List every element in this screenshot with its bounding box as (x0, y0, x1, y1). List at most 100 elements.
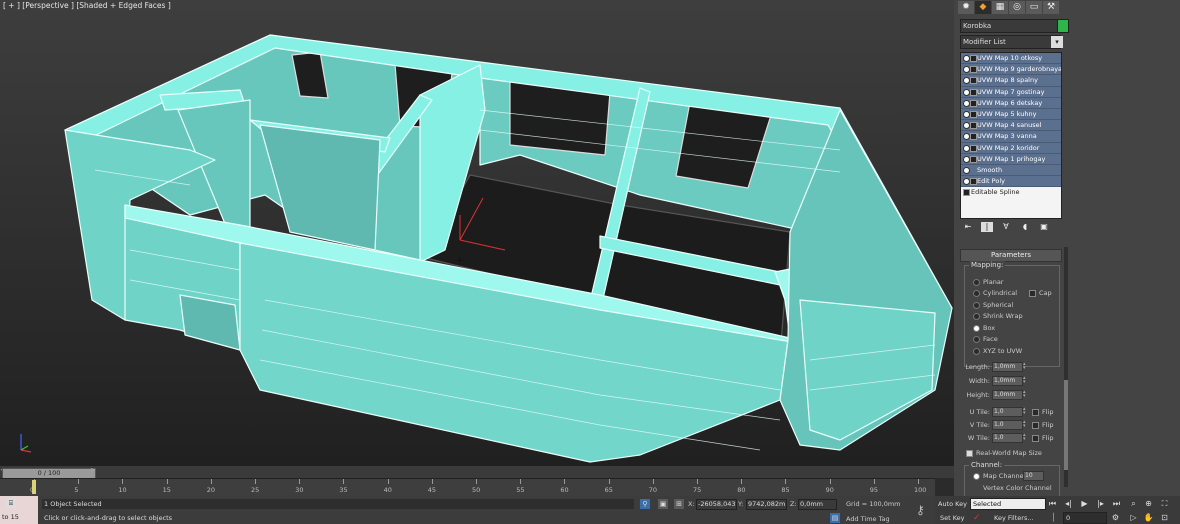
time-config-icon[interactable]: ⚙ (1110, 513, 1121, 523)
expand-icon[interactable] (970, 77, 977, 85)
v-tile-field[interactable]: 1,0 (992, 420, 1023, 430)
zoom-icon[interactable]: ⌕ (1128, 499, 1139, 509)
viewport-label[interactable]: [ + ] [Perspective ] [Shaded + Edged Fac… (3, 1, 171, 10)
spinner-icon[interactable]: ▴ ▾ (1023, 362, 1027, 371)
expand-icon[interactable] (963, 189, 970, 197)
stack-item[interactable]: Smooth (961, 164, 1061, 177)
lightbulb-icon[interactable] (963, 122, 970, 130)
z-coord-field[interactable]: 0,0mm (798, 499, 837, 510)
goto-start-icon[interactable]: ⏮ (1047, 499, 1058, 509)
spinner-icon[interactable]: ▴ ▾ (1023, 420, 1027, 429)
lightbulb-icon[interactable] (963, 155, 970, 163)
expand-icon[interactable] (970, 178, 977, 186)
spinner-icon[interactable]: ▴ ▾ (1023, 407, 1027, 416)
map-channel-field[interactable]: 10 (1023, 471, 1044, 481)
stack-item[interactable]: Edit Poly (961, 176, 1061, 188)
orbit-icon[interactable]: ✋ (1143, 513, 1154, 523)
expand-icon[interactable] (970, 144, 977, 152)
lightbulb-icon[interactable] (963, 66, 970, 74)
length-field[interactable]: 1,0mm (992, 362, 1023, 372)
isolate-icon[interactable]: ▣ (658, 499, 668, 509)
lightbulb-icon[interactable] (963, 99, 970, 107)
spinner-icon[interactable]: ▴ ▾ (1023, 376, 1027, 385)
chevron-right-icon[interactable]: > (90, 466, 98, 478)
x-coord-field[interactable]: -26058,043 (696, 499, 737, 510)
stack-item-base[interactable]: Editable Spline (961, 187, 1061, 198)
lightbulb-icon[interactable] (963, 110, 970, 118)
stack-item[interactable]: UVW Map 5 kuhny (961, 108, 1061, 121)
cap-checkbox[interactable]: Cap (1029, 289, 1052, 297)
stack-item[interactable]: UVW Map 9 garderobnaya (961, 64, 1061, 76)
time-tag-icon[interactable]: ▤ (830, 513, 840, 523)
auto-key-button[interactable]: Auto Key (938, 500, 967, 508)
play-icon[interactable]: ▶ (1079, 499, 1090, 509)
expand-icon[interactable] (970, 110, 977, 118)
width-field[interactable]: 1,0mm (992, 376, 1023, 386)
maxscript-icon[interactable]: ⌸ (6, 498, 16, 508)
spinner-icon[interactable]: ▴ ▾ (1023, 433, 1027, 442)
house-model[interactable]: + (0, 0, 954, 466)
height-field[interactable]: 1,0mm (992, 390, 1023, 400)
prev-frame-icon[interactable]: ◂| (1063, 499, 1074, 509)
stack-item[interactable]: UVW Map 6 detskay (961, 97, 1061, 109)
zoom-extents-icon[interactable]: ⛶ (1159, 499, 1170, 509)
display-tab-icon[interactable]: ▭ (1026, 1, 1042, 14)
lightbulb-icon[interactable] (963, 55, 970, 62)
key-mode-icon[interactable]: ⏐ (1048, 513, 1059, 523)
pin-stack-icon[interactable]: ⇤ (962, 222, 974, 232)
stack-item[interactable]: UVW Map 1 prihogay (961, 153, 1061, 165)
modifier-list-dropdown[interactable]: Modifier List (960, 35, 1061, 49)
u-tile-field[interactable]: 1,0 (992, 407, 1023, 417)
mapping-planar-radio[interactable]: Planar (972, 278, 1003, 286)
show-end-result-icon[interactable]: | (981, 222, 993, 232)
motion-tab-icon[interactable]: ◎ (1009, 1, 1025, 14)
maximize-viewport-icon[interactable]: ⊡ (1159, 513, 1170, 523)
mapping-xyz-radio[interactable]: XYZ to UVW (972, 347, 1022, 355)
mapping-face-radio[interactable]: Face (973, 335, 998, 343)
w-tile-field[interactable]: 1,0 (992, 433, 1023, 443)
zoom-all-icon[interactable]: ⊕ (1143, 499, 1154, 509)
mapping-shrinkwrap-radio[interactable]: Shrink Wrap (973, 312, 1023, 320)
object-color-swatch[interactable] (1057, 19, 1069, 33)
expand-icon[interactable] (970, 155, 977, 163)
create-tab-icon[interactable]: ✹ (958, 1, 974, 14)
current-frame-field[interactable]: 0 (1063, 512, 1107, 524)
expand-icon[interactable] (970, 122, 977, 130)
lightbulb-icon[interactable] (963, 88, 970, 96)
u-flip-checkbox[interactable]: Flip (1032, 408, 1053, 416)
stack-item[interactable]: UVW Map 3 vanna (961, 131, 1061, 143)
perspective-viewport[interactable]: + [ + ] [Perspective ] [Shaded + Edged F… (0, 0, 954, 466)
lightbulb-icon[interactable] (963, 144, 970, 152)
chevron-down-icon[interactable]: ▾ (1051, 36, 1063, 48)
lightbulb-icon[interactable] (963, 166, 970, 174)
lock-selection-icon[interactable]: ⚲ (640, 499, 650, 509)
utilities-tab-icon[interactable]: ⚒ (1043, 1, 1059, 14)
expand-icon[interactable] (970, 55, 977, 62)
map-channel-radio[interactable]: Map Channel: (973, 472, 1028, 480)
hierarchy-tab-icon[interactable]: ▦ (992, 1, 1008, 14)
set-key-icon[interactable]: ✓ (973, 513, 981, 523)
lightbulb-icon[interactable] (963, 133, 970, 141)
expand-icon[interactable] (970, 88, 977, 96)
v-flip-checkbox[interactable]: Flip (1032, 421, 1053, 429)
expand-icon[interactable] (970, 66, 977, 74)
set-key-button[interactable]: Set Key (940, 514, 965, 522)
stack-item[interactable]: UVW Map 2 koridor (961, 142, 1061, 154)
next-frame-icon[interactable]: |▸ (1095, 499, 1106, 509)
make-unique-icon[interactable]: ∀ (1000, 222, 1012, 232)
object-name-field[interactable]: Korobka (960, 19, 1059, 33)
absolute-mode-icon[interactable]: ⊞ (674, 499, 684, 509)
stack-item[interactable]: UVW Map 7 gostinay (961, 86, 1061, 98)
field-of-view-icon[interactable]: ▷ (1128, 513, 1139, 523)
stack-item[interactable]: UVW Map 8 spalny (961, 75, 1061, 87)
time-slider-track[interactable] (0, 466, 954, 478)
panel-scrollbar-thumb[interactable] (1064, 380, 1068, 470)
key-filters-button[interactable]: Key Filters... (994, 514, 1034, 522)
current-frame-marker[interactable] (32, 480, 36, 494)
vertex-color-radio[interactable]: Vertex Color Channel (983, 484, 1052, 492)
mapping-spherical-radio[interactable]: Spherical (972, 301, 1013, 309)
modifier-stack[interactable]: UVW Map 10 otkosy UVW Map 9 garderobnaya… (960, 52, 1062, 219)
configure-sets-icon[interactable]: ▣ (1038, 222, 1050, 232)
remove-modifier-icon[interactable]: ◖ (1019, 222, 1031, 232)
lightbulb-icon[interactable] (963, 77, 970, 85)
